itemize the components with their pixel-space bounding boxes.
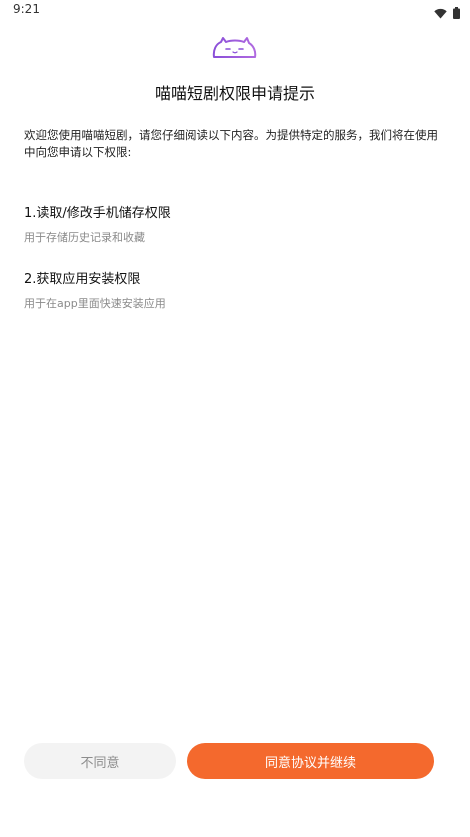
status-time: 9:21 [13,2,40,16]
cat-logo-icon [210,36,260,62]
permission-title-storage: 1.读取/修改手机储存权限 [24,206,171,221]
permission-screen: 9:21 喵喵短剧权限申请提示 欢迎您使用喵喵短剧，请您仔细阅读以下内容。为提供… [0,0,470,837]
intro-text: 欢迎您使用喵喵短剧，请您仔细阅读以下内容。为提供特定的服务，我们将在使用中向您申… [24,128,438,159]
page-title: 喵喵短剧权限申请提示 [154,84,315,103]
status-bar: 9:21 [0,0,470,22]
permission-title-install: 2.获取应用安装权限 [24,272,141,287]
disagree-button[interactable]: 不同意 [24,743,176,779]
agree-continue-button[interactable]: 同意协议并继续 [187,743,434,779]
battery-icon [453,4,460,23]
status-icons [434,4,460,23]
wifi-icon [434,4,447,23]
permission-desc-storage: 用于存储历史记录和收藏 [24,231,145,244]
permission-desc-install: 用于在app里面快速安装应用 [24,297,166,310]
